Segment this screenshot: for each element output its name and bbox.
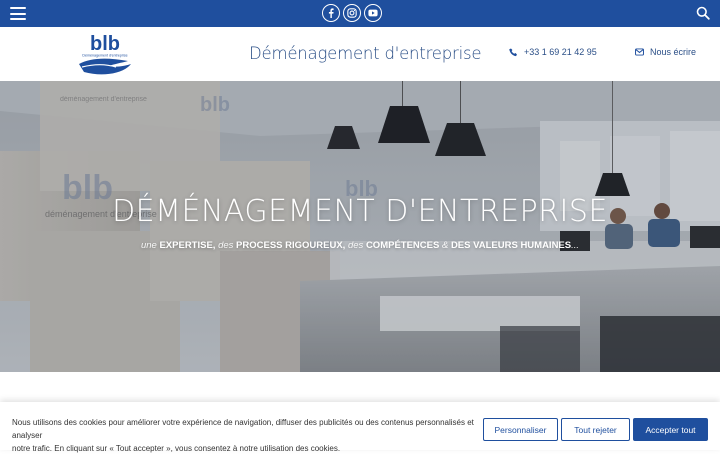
logo-small-text: Déménagement d'entreprise: [82, 54, 127, 58]
hero-title: DÉMÉNAGEMENT D'ENTREPRISE: [112, 194, 608, 229]
hero-sub-highlight: PROCESS RIGOUREUX,: [236, 240, 346, 251]
reject-cookies-button[interactable]: Tout rejeter: [561, 418, 630, 441]
logo[interactable]: blb Déménagement d'entreprise: [76, 31, 134, 77]
facebook-icon[interactable]: [322, 4, 340, 22]
site-header: blb Déménagement d'entreprise Déménageme…: [0, 27, 720, 81]
customize-cookies-button[interactable]: Personnaliser: [483, 418, 558, 441]
accept-cookies-button[interactable]: Accepter tout: [633, 418, 708, 441]
instagram-icon[interactable]: [343, 4, 361, 22]
logo-text: blb: [90, 33, 120, 55]
mail-label: Nous écrire: [650, 47, 697, 57]
hero-sub-part: &: [441, 240, 449, 251]
hero-sub-highlight: COMPÉTENCES: [365, 240, 440, 251]
hero-sub-part: une: [140, 240, 157, 251]
hero-banner: blb déménagement d'entreprise déménageme…: [0, 81, 720, 372]
cookie-message: Nous utilisons des cookies pour améliore…: [12, 416, 482, 455]
hero-sub-part: des: [347, 240, 364, 251]
search-icon[interactable]: [696, 6, 710, 20]
phone-icon: [509, 47, 517, 56]
mail-icon: [635, 48, 644, 56]
cookie-message-line: notre trafic. En cliquant sur « Tout acc…: [12, 444, 341, 453]
hero-sub-highlight: DES VALEURS HUMAINES: [450, 240, 572, 251]
hero-sub-ellipsis: ...: [571, 240, 580, 251]
menu-icon[interactable]: [10, 7, 26, 20]
phone-link[interactable]: +33 1 69 21 42 95: [509, 47, 597, 57]
cookie-banner: Nous utilisons des cookies pour améliore…: [0, 402, 720, 453]
top-bar: [0, 0, 720, 27]
hero-subtitle: une EXPERTISE, des PROCESS RIGOUREUX, de…: [0, 240, 720, 251]
youtube-icon[interactable]: [364, 4, 382, 22]
social-links: [322, 4, 382, 22]
hero-sub-highlight: EXPERTISE,: [159, 240, 216, 251]
hero-sub-part: des: [218, 240, 234, 251]
mail-link[interactable]: Nous écrire: [635, 47, 696, 57]
header-tagline: Déménagement d'entreprise: [249, 44, 482, 63]
cookie-message-line: Nous utilisons des cookies pour améliore…: [12, 418, 474, 440]
phone-number: +33 1 69 21 42 95: [524, 47, 597, 57]
